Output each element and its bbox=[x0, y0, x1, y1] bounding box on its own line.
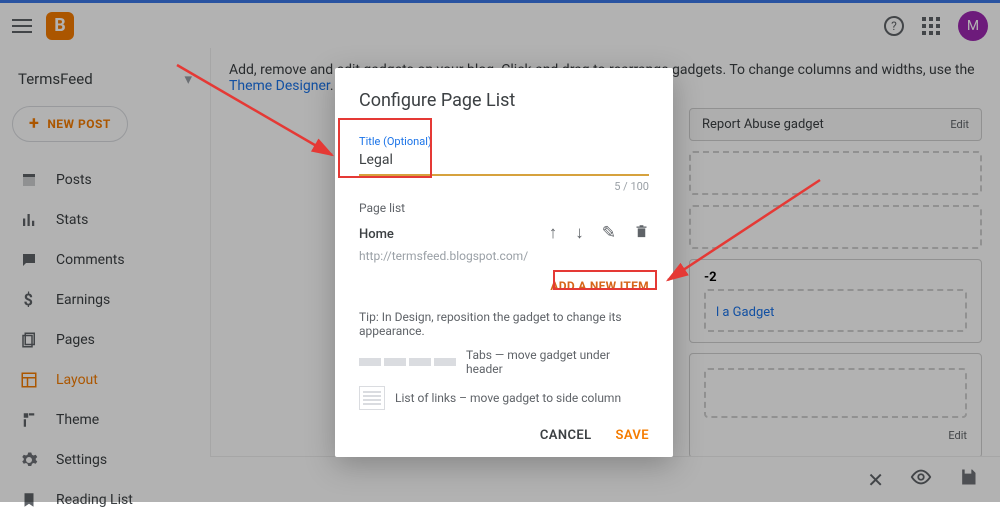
save-icon[interactable] bbox=[958, 467, 978, 492]
layout-section: -2 l a Gadget bbox=[689, 259, 982, 343]
new-post-label: NEW POST bbox=[47, 117, 111, 131]
dashed-placeholder bbox=[689, 151, 982, 195]
sidebar-item-reading-list[interactable]: Reading List bbox=[0, 480, 210, 520]
title-input[interactable] bbox=[359, 148, 649, 176]
sidebar: TermsFeed ▾ + NEW POST Posts Stats Comme… bbox=[0, 48, 210, 502]
list-layout-option[interactable]: List of links – move gadget to side colu… bbox=[359, 386, 649, 410]
new-post-button[interactable]: + NEW POST bbox=[12, 106, 128, 142]
gear-icon bbox=[20, 451, 38, 469]
tip-text: Tip: In Design, reposition the gadget to… bbox=[359, 310, 649, 338]
sidebar-item-stats[interactable]: Stats bbox=[0, 200, 210, 240]
add-gadget-link[interactable]: l a Gadget bbox=[716, 305, 774, 320]
add-new-item-button[interactable]: ADD A NEW ITEM bbox=[550, 279, 649, 293]
dashed-inner: l a Gadget bbox=[704, 289, 967, 332]
blog-name: TermsFeed bbox=[18, 70, 93, 88]
layout-section-footer: Edit bbox=[689, 353, 982, 458]
edit-link[interactable]: Edit bbox=[948, 429, 967, 442]
dialog-title: Configure Page List bbox=[359, 90, 649, 111]
stats-icon bbox=[20, 211, 38, 229]
sidebar-item-label: Settings bbox=[56, 452, 107, 468]
save-button[interactable]: SAVE bbox=[616, 428, 649, 443]
tabs-layout-option[interactable]: Tabs — move gadget under header bbox=[359, 348, 649, 376]
pages-icon bbox=[20, 331, 38, 349]
sidebar-item-layout[interactable]: Layout bbox=[0, 360, 210, 400]
posts-icon bbox=[20, 171, 38, 189]
sidebar-item-label: Stats bbox=[56, 212, 88, 228]
sidebar-item-comments[interactable]: Comments bbox=[0, 240, 210, 280]
theme-designer-link[interactable]: Theme Designer bbox=[229, 78, 330, 94]
page-list-label: Page list bbox=[359, 201, 649, 215]
trash-icon[interactable] bbox=[634, 223, 649, 245]
sidebar-item-label: Posts bbox=[56, 172, 92, 188]
close-icon[interactable]: ✕ bbox=[867, 468, 884, 492]
sidebar-item-settings[interactable]: Settings bbox=[0, 440, 210, 480]
configure-page-list-dialog: Configure Page List Title (Optional) 5 /… bbox=[335, 68, 673, 457]
preview-icon[interactable] bbox=[910, 466, 932, 493]
cancel-button[interactable]: CANCEL bbox=[540, 428, 592, 443]
theme-icon bbox=[20, 411, 38, 429]
dashed-placeholder bbox=[689, 205, 982, 249]
earnings-icon: $ bbox=[20, 291, 38, 309]
title-field-label: Title (Optional) bbox=[359, 135, 649, 148]
page-item-home: Home bbox=[359, 227, 394, 242]
tabs-skeleton-icon bbox=[359, 358, 456, 366]
dashed-inner bbox=[704, 368, 967, 418]
avatar[interactable]: M bbox=[958, 11, 988, 41]
bottom-bar: ✕ bbox=[210, 456, 1000, 502]
page-item-url: http://termsfeed.blogspot.com/ bbox=[359, 249, 649, 263]
char-counter: 5 / 100 bbox=[359, 180, 649, 193]
bookmark-icon bbox=[20, 491, 38, 509]
edit-link[interactable]: Edit bbox=[950, 118, 969, 131]
plus-icon: + bbox=[29, 118, 39, 130]
sidebar-item-label: Comments bbox=[56, 252, 125, 268]
sidebar-item-pages[interactable]: Pages bbox=[0, 320, 210, 360]
sidebar-item-label: Pages bbox=[56, 332, 95, 348]
report-abuse-gadget[interactable]: Report Abuse gadget Edit bbox=[689, 108, 982, 141]
sidebar-item-label: Earnings bbox=[56, 292, 110, 308]
sidebar-item-label: Layout bbox=[56, 372, 98, 388]
pencil-icon[interactable]: ✎ bbox=[602, 223, 616, 245]
help-icon[interactable]: ? bbox=[884, 16, 904, 36]
hamburger-menu[interactable] bbox=[12, 19, 32, 33]
chevron-down-icon: ▾ bbox=[184, 70, 192, 88]
arrow-up-icon[interactable]: ↑ bbox=[549, 223, 558, 245]
layout-icon bbox=[20, 371, 38, 389]
sidebar-item-label: Reading List bbox=[56, 492, 133, 508]
blogger-logo: B bbox=[46, 12, 74, 40]
sidebar-item-theme[interactable]: Theme bbox=[0, 400, 210, 440]
comments-icon bbox=[20, 251, 38, 269]
apps-icon[interactable] bbox=[922, 17, 940, 35]
gadget-label: Report Abuse gadget bbox=[702, 117, 824, 132]
sidebar-item-label: Theme bbox=[56, 412, 99, 428]
svg-text:$: $ bbox=[24, 291, 33, 309]
blog-selector[interactable]: TermsFeed ▾ bbox=[0, 60, 210, 98]
sidebar-item-posts[interactable]: Posts bbox=[0, 160, 210, 200]
sidebar-item-earnings[interactable]: $ Earnings bbox=[0, 280, 210, 320]
list-skeleton-icon bbox=[359, 386, 385, 410]
arrow-down-icon[interactable]: ↓ bbox=[575, 223, 584, 245]
section-label: -2 bbox=[704, 270, 967, 285]
